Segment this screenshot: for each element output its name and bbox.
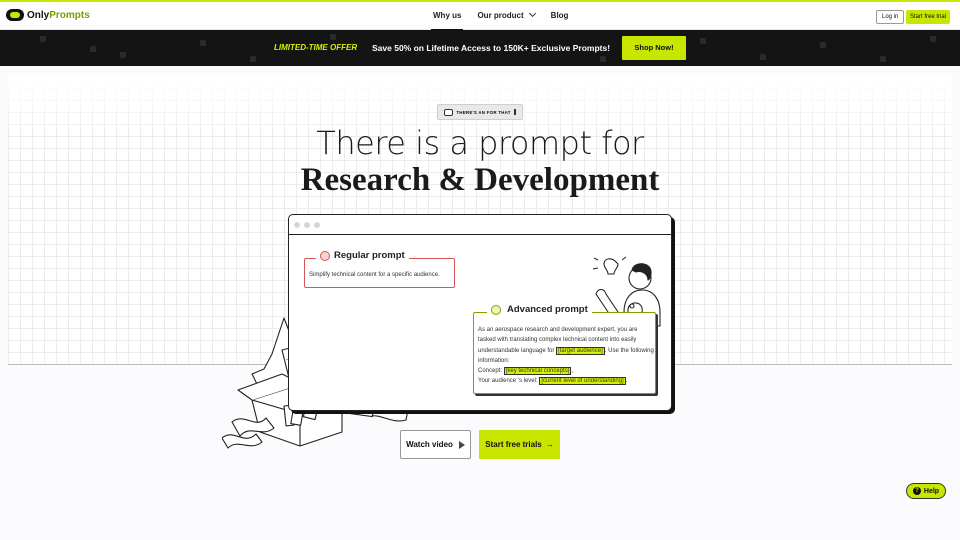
help-label: Help xyxy=(923,487,940,495)
advanced-prompt-title: Advanced prompt xyxy=(507,304,588,315)
nav-link-blog[interactable]: Blog xyxy=(543,2,577,30)
hero-subject: Research & Development xyxy=(300,162,660,198)
badge-mark-icon xyxy=(513,109,516,115)
window-dot-icon xyxy=(304,222,310,228)
brand-logo[interactable]: OnlyPrompts xyxy=(6,9,90,21)
nav-links: Why us Our product Blog xyxy=(425,2,577,31)
concept-label: Concept: xyxy=(478,368,503,375)
start-free-trials-label: Start free trials xyxy=(485,440,542,449)
login-button[interactable]: Log in xyxy=(876,10,905,24)
nav-link-our-product[interactable]: Our product xyxy=(469,2,542,30)
logo-icon xyxy=(6,9,24,21)
window-dot-icon xyxy=(294,222,300,228)
top-nav: OnlyPrompts Why us Our product Blog Log … xyxy=(0,0,960,31)
variable-understanding-level: [current level of understanding] xyxy=(539,377,626,386)
nav-link-label: Our product xyxy=(477,11,524,20)
regular-prompt-title: Regular prompt xyxy=(334,250,405,261)
variable-target-audience: [target audience] xyxy=(556,346,605,355)
offer-tag: LIMITED-TIME OFFER xyxy=(274,43,358,52)
hero-title: There is a prompt for xyxy=(316,124,644,162)
promo-banner: LIMITED-TIME OFFER Save 50% on Lifetime … xyxy=(0,30,960,66)
chevron-down-icon xyxy=(528,9,536,18)
hero-badge: THERE'S AN FOR THAT xyxy=(437,104,523,120)
arrow-right-icon: → xyxy=(545,440,554,449)
watch-video-label: Watch video xyxy=(406,440,453,449)
smile-face-icon xyxy=(491,304,501,315)
brand-name: OnlyPrompts xyxy=(27,9,90,21)
help-button[interactable]: ? Help xyxy=(906,483,946,499)
nav-link-why-us[interactable]: Why us xyxy=(425,2,469,31)
level-label: Your audience 's level: xyxy=(478,378,538,385)
advanced-prompt-header: Advanced prompt xyxy=(487,304,592,315)
robot-icon xyxy=(444,108,454,116)
start-free-trials-button[interactable]: Start free trials → xyxy=(479,430,560,459)
play-icon xyxy=(458,440,465,449)
window-title-bar xyxy=(289,215,671,235)
sad-face-icon xyxy=(320,250,330,261)
question-icon: ? xyxy=(912,487,921,495)
window-dot-icon xyxy=(314,222,320,228)
hero-badge-text: THERE'S AN FOR THAT xyxy=(456,109,511,115)
regular-prompt-header: Regular prompt xyxy=(316,250,409,261)
shop-now-button[interactable]: Shop Now! xyxy=(622,36,686,60)
start-trial-button-nav[interactable]: Start free trial xyxy=(906,10,951,24)
regular-prompt-text: Simplify technical content for a specifi… xyxy=(309,272,440,278)
offer-text: Save 50% on Lifetime Access to 150K+ Exc… xyxy=(372,43,611,53)
variable-key-concepts: [key technical concepts] xyxy=(503,367,572,376)
advanced-prompt-text: As an aerospace research and development… xyxy=(478,327,654,386)
watch-video-button[interactable]: Watch video xyxy=(400,430,471,459)
